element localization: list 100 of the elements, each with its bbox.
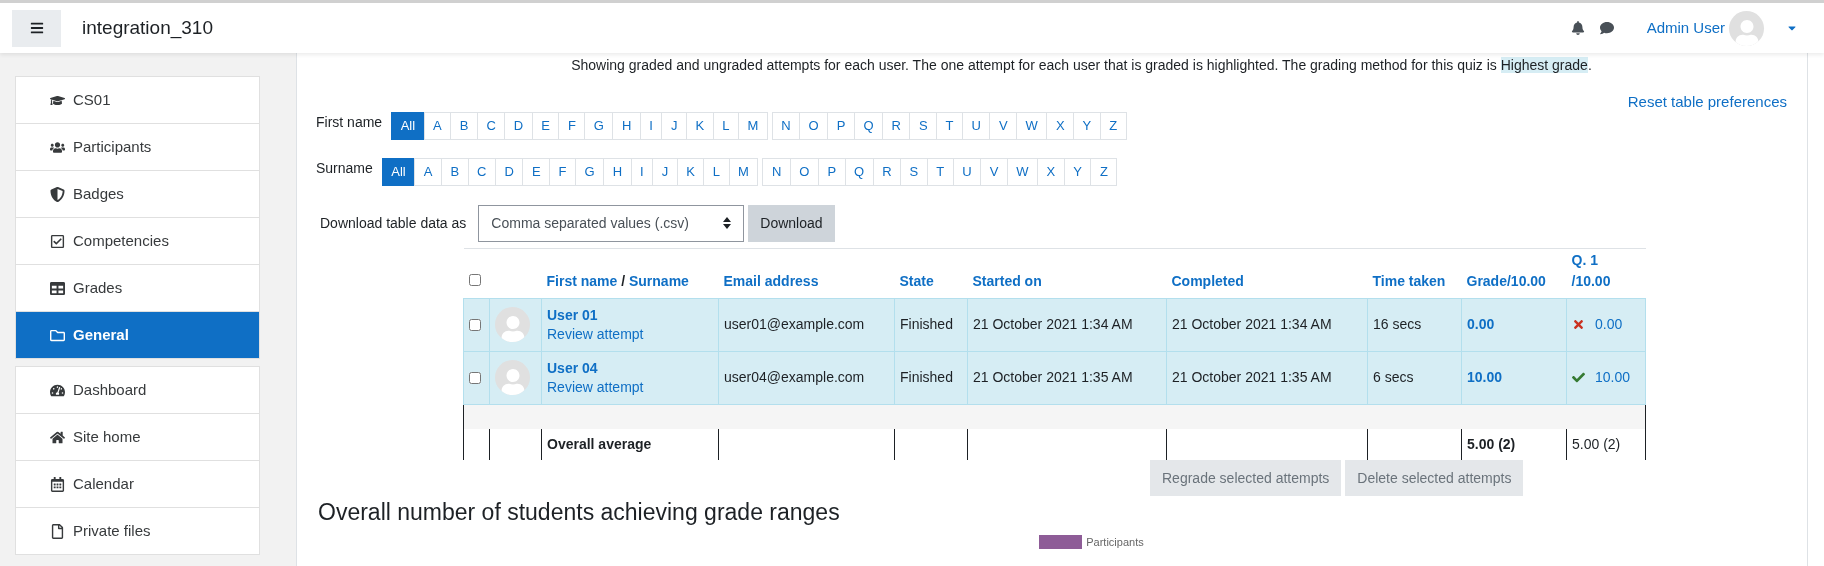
letter-filter[interactable]: Q [844,157,874,186]
letter-filter[interactable]: N [762,157,791,186]
column-header[interactable]: Surname [629,272,689,289]
download-button[interactable]: Download [748,204,835,242]
sidebar-item[interactable]: Private files [16,508,259,555]
letter-filter[interactable]: L [703,157,730,186]
letter-filter[interactable]: Z [1099,111,1127,140]
menu-button[interactable] [12,9,61,47]
house-icon [50,429,65,445]
letter-filter[interactable]: D [495,157,524,186]
letter-filter[interactable]: H [603,157,632,186]
letter-filter[interactable]: T [926,157,954,186]
letter-filter[interactable]: X [1046,111,1075,140]
avatar-icon [1729,10,1764,46]
grade-link[interactable]: 10.00 [1467,369,1503,385]
letter-filter[interactable]: J [661,111,687,140]
table-cell: 21 October 2021 1:35 AM [1166,351,1368,404]
letter-filter[interactable]: Y [1073,111,1101,140]
row-checkbox[interactable] [469,319,481,332]
column-header[interactable]: Completed [1171,270,1244,292]
sidebar-item[interactable]: Participants [16,124,259,171]
letter-filter[interactable]: K [676,157,705,186]
menu-icon [29,21,44,35]
letter-filter[interactable]: X [1037,157,1065,186]
letter-filter[interactable]: M [737,111,768,140]
table-cell: Finished [894,298,968,351]
letter-filter[interactable]: F [558,111,586,140]
letter-filter[interactable]: G [575,157,605,186]
letter-filter[interactable]: B [450,111,478,140]
table-cell: user01@example.com [718,298,895,351]
shield-icon [50,186,65,202]
letter-filter[interactable]: A [414,157,442,186]
sidebar-item[interactable]: Site home [16,414,259,461]
sidebar-item[interactable]: Dashboard [16,367,259,414]
folder-icon [50,327,65,343]
letter-filter[interactable]: P [827,111,855,140]
letter-filter[interactable]: A [423,111,452,140]
letter-filter[interactable]: O [789,157,819,186]
column-header[interactable]: Email address [723,270,819,292]
letter-filter[interactable]: W [1006,157,1039,186]
user-menu[interactable]: Admin User [1646,10,1764,46]
chart-heading: Overall number of students achieving grade ranges [318,498,841,526]
select-all-checkbox[interactable] [468,273,481,286]
table-cell: user04@example.com [718,351,895,404]
letter-filter[interactable]: M [728,157,759,186]
column-header[interactable]: Time taken [1372,270,1446,292]
chat-icon[interactable] [1599,21,1614,35]
letter-filter[interactable]: P [817,157,846,186]
sidebar-item[interactable]: Calendar [16,461,259,508]
letter-filter[interactable]: R [882,111,911,140]
avatar-icon [495,360,530,395]
letter-filter[interactable]: V [989,111,1018,140]
letter-filter[interactable]: G [584,111,614,140]
column-header[interactable]: Grade/10.00 [1466,270,1546,292]
letter-filter[interactable]: E [531,111,560,140]
row-checkbox[interactable] [469,372,481,385]
sidebar-item[interactable]: Competencies [16,218,259,265]
letter-filter[interactable]: F [549,157,576,186]
letter-filter[interactable]: O [799,111,829,140]
sort-arrows-icon [723,217,732,229]
letter-filter[interactable]: Y [1063,157,1092,186]
sidebar-item[interactable]: General [16,312,259,359]
letter-filter[interactable]: V [980,157,1008,186]
letter-filter[interactable]: L [712,111,739,140]
sidebar-item[interactable]: Grades [16,265,259,312]
average-question-grade: 5.00 (2) [1572,436,1621,452]
letter-filter[interactable]: Z [1090,157,1118,186]
reset-table-link[interactable]: Reset table preferences [1627,91,1787,114]
letter-filter[interactable]: Q [853,111,884,140]
letter-filter[interactable]: K [685,111,714,140]
letter-filter[interactable]: S [900,157,928,186]
user-name-link[interactable]: User 01 [547,305,713,325]
question-grade-link[interactable]: 0.00 [1595,314,1623,335]
column-header[interactable]: First name [546,272,618,289]
sidebar-item[interactable]: Badges [16,171,259,218]
sidebar-item[interactable]: CS01 [16,77,259,124]
avatar-icon [495,307,530,342]
letter-filter[interactable]: All [381,157,416,186]
grade-link[interactable]: 0.00 [1467,316,1495,332]
column-header[interactable]: State [899,270,934,292]
table-cell: 21 October 2021 1:34 AM [1166,298,1368,351]
letter-filter[interactable]: J [652,157,678,186]
review-attempt-link[interactable]: Review attempt [547,378,644,395]
letter-filter[interactable]: All [391,111,425,140]
column-header[interactable]: Started on [972,270,1042,292]
letter-filter[interactable]: T [936,111,964,140]
letter-filter[interactable]: U [962,111,991,140]
review-attempt-link[interactable]: Review attempt [547,325,644,342]
letter-filter[interactable]: H [612,111,641,140]
letter-filter[interactable]: N [771,111,801,140]
user-name-link[interactable]: User 04 [547,358,713,378]
format-select[interactable]: Comma separated values (.csv) [478,204,745,242]
bell-icon[interactable] [1570,21,1585,35]
question-grade-link[interactable]: 10.00 [1595,367,1631,388]
letter-filter[interactable]: B [440,157,469,186]
letter-filter[interactable]: W [1016,111,1048,140]
letter-filter[interactable]: D [504,111,533,140]
column-header[interactable]: Q. 1 /10.00 [1571,249,1641,292]
letter-filter[interactable]: S [909,111,938,140]
letter-filter[interactable]: E [522,157,551,186]
